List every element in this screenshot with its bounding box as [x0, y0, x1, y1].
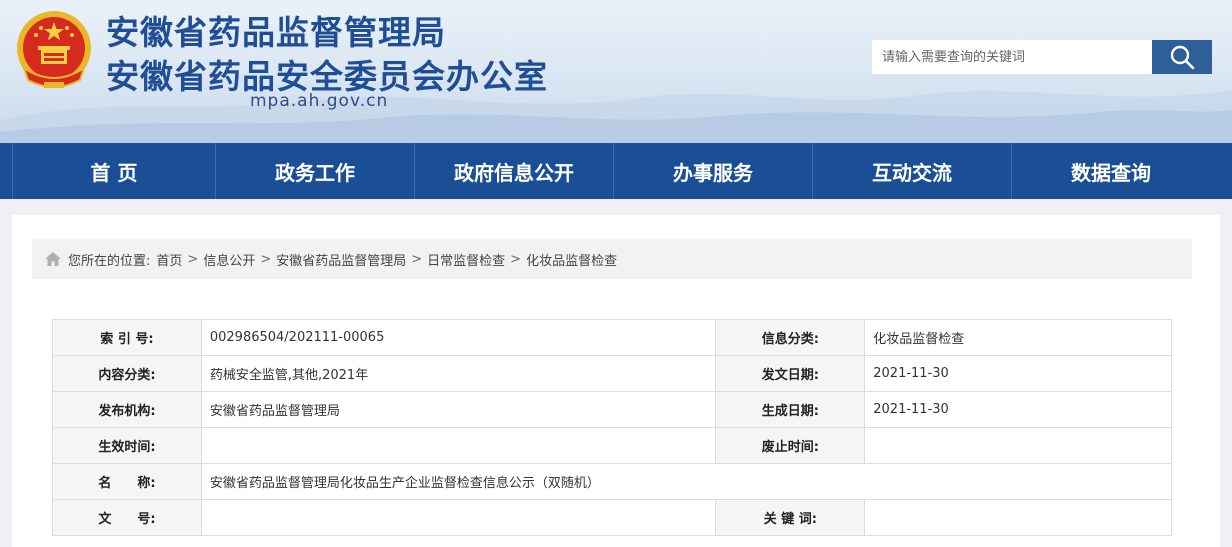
nav-home[interactable]: 首 页: [12, 143, 216, 199]
breadcrumb: 您所在的位置: 首页 > 信息公开 > 安徽省药品监督管理局 > 日常监督检查 …: [32, 239, 1192, 279]
keywords-label: 关 键 词:: [715, 499, 866, 536]
site-title-primary: 安徽省药品监督管理局: [106, 13, 446, 52]
nav-government-affairs[interactable]: 政务工作: [216, 143, 415, 199]
breadcrumb-link-info-disclosure[interactable]: 信息公开: [203, 250, 255, 269]
breadcrumb-link-home[interactable]: 首页: [156, 250, 182, 269]
table-row: 生效时间: 废止时间:: [52, 427, 1172, 464]
breadcrumb-link-bureau[interactable]: 安徽省药品监督管理局: [276, 250, 406, 269]
nav-information-disclosure[interactable]: 政府信息公开: [415, 143, 614, 199]
breadcrumb-link-cosmetics-inspection[interactable]: 化妆品监督检查: [526, 250, 617, 269]
breadcrumb-separator: >: [510, 251, 522, 267]
breadcrumb-separator: >: [411, 251, 423, 267]
table-row: 索 引 号: 002986504/202111-00065 信息分类: 化妆品监…: [52, 319, 1172, 356]
home-icon[interactable]: [44, 251, 62, 267]
table-row: 发布机构: 安徽省药品监督管理局 生成日期: 2021-11-30: [52, 391, 1172, 428]
content-category-label: 内容分类:: [52, 355, 202, 392]
index-number-label: 索 引 号:: [52, 319, 202, 356]
issue-date-value: 2021-11-30: [864, 355, 1172, 392]
table-row: 文 号: 关 键 词:: [52, 499, 1172, 536]
created-date-value: 2021-11-30: [864, 391, 1172, 428]
publisher-value: 安徽省药品监督管理局: [200, 391, 717, 428]
document-number-label: 文 号:: [52, 499, 202, 536]
table-row: 名 称: 安徽省药品监督管理局化妆品生产企业监督检查信息公示（双随机）: [52, 463, 1173, 500]
breadcrumb-prefix: 您所在的位置:: [68, 253, 151, 269]
keywords-value: [864, 499, 1172, 536]
abolish-time-label: 废止时间:: [715, 427, 866, 464]
table-row: 内容分类: 药械安全监管,其他,2021年 发文日期: 2021-11-30: [52, 355, 1172, 392]
document-name-label: 名 称:: [52, 463, 202, 500]
nav-interaction[interactable]: 互动交流: [813, 143, 1012, 199]
document-metadata-table: 索 引 号: 002986504/202111-00065 信息分类: 化妆品监…: [52, 319, 1173, 536]
nav-services[interactable]: 办事服务: [614, 143, 813, 199]
created-date-label: 生成日期:: [715, 391, 866, 428]
abolish-time-value: [864, 427, 1172, 464]
breadcrumb-separator: >: [187, 251, 199, 267]
publisher-label: 发布机构:: [52, 391, 202, 428]
content-category-value: 药械安全监管,其他,2021年: [200, 355, 717, 392]
search-icon: [1170, 45, 1195, 70]
national-emblem-icon[interactable]: [14, 8, 94, 96]
document-name-value: 安徽省药品监督管理局化妆品生产企业监督检查信息公示（双随机）: [200, 463, 1173, 500]
document-number-value: [200, 499, 717, 536]
issue-date-label: 发文日期:: [715, 355, 866, 392]
index-number-value: 002986504/202111-00065: [200, 319, 717, 356]
nav-left-edge: [0, 143, 12, 199]
main-nav: 首 页 政务工作 政府信息公开 办事服务 互动交流 数据查询: [0, 143, 1232, 199]
nav-right-edge: [1210, 143, 1232, 199]
nav-data-query[interactable]: 数据查询: [1012, 143, 1210, 199]
breadcrumb-link-daily-inspection[interactable]: 日常监督检查: [427, 250, 505, 269]
site-domain: mpa.ah.gov.cn: [250, 91, 389, 111]
search-button[interactable]: [1152, 40, 1212, 74]
site-header: 安徽省药品监督管理局 安徽省药品安全委员会办公室 mpa.ah.gov.cn: [0, 0, 1232, 143]
effective-time-value: [200, 427, 717, 464]
effective-time-label: 生效时间:: [52, 427, 202, 464]
breadcrumb-separator: >: [260, 251, 272, 267]
content-panel: 您所在的位置: 首页 > 信息公开 > 安徽省药品监督管理局 > 日常监督检查 …: [12, 215, 1220, 547]
info-category-label: 信息分类:: [715, 319, 866, 356]
info-category-value: 化妆品监督检查: [864, 319, 1172, 356]
search-input[interactable]: [872, 40, 1152, 74]
